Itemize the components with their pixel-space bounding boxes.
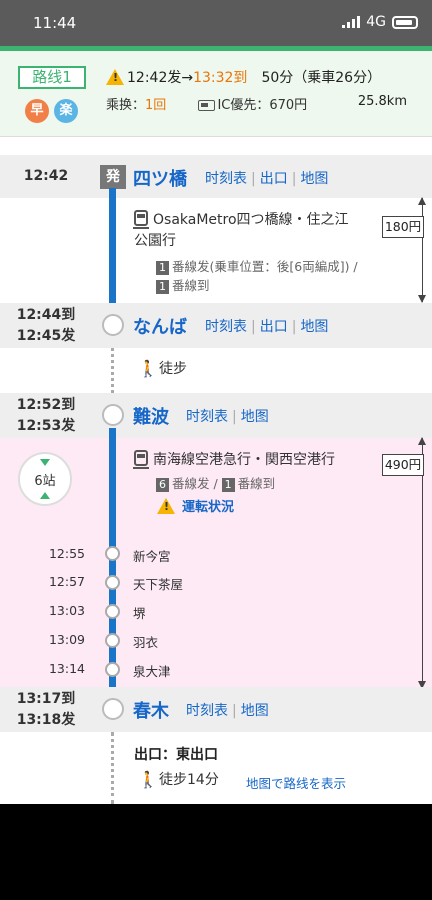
station-row: 13:17到 13:18发 春木 时刻表 | 地图 xyxy=(0,687,432,732)
warning-icon xyxy=(157,497,175,514)
warning-icon xyxy=(106,69,124,85)
ic-fare: IC優先：670円 xyxy=(217,98,308,113)
stops-count: 6站 xyxy=(34,474,56,489)
signal-icon xyxy=(342,16,361,28)
train-segment: 6站 南海線空港急行・関西空港行 6番線发 / 1番線到 運転状況 490円 1… xyxy=(0,428,432,689)
station-time: 12:44到 12:45发 xyxy=(16,307,76,344)
stop-name: 堺 xyxy=(133,606,146,621)
map-link[interactable]: 地图 xyxy=(300,171,328,187)
transfers-label: 乘换： xyxy=(106,98,146,113)
route-summary: 路线1 早 楽 12:42发→ 13:32到 50分（乗車26分） 乘换：1回 … xyxy=(0,51,432,137)
stop-dot xyxy=(105,604,120,619)
station-row: 12:44到 12:45发 なんば 时刻表 | 出口 | 地图 xyxy=(0,303,432,348)
stop-time: 12:55 xyxy=(48,546,85,561)
stop-name: 泉大津 xyxy=(133,664,171,679)
train-icon xyxy=(133,450,149,469)
walk-line xyxy=(111,732,114,804)
walk-label: 徒步 xyxy=(159,361,187,377)
station-node xyxy=(102,404,124,426)
status-icons: 4G xyxy=(342,14,418,30)
expand-arrow-icon xyxy=(40,492,50,499)
station-links: 时刻表 | 地图 xyxy=(186,409,269,425)
walk-icon: 🚶 xyxy=(138,359,158,378)
show-route-map-link[interactable]: 地图で路线を表示 xyxy=(246,773,346,792)
stop-dot xyxy=(105,662,120,677)
route-label: 路线1 xyxy=(18,66,86,89)
stops-count-toggle[interactable]: 6站 xyxy=(18,452,72,506)
station-name[interactable]: 四ツ橋 xyxy=(133,165,187,191)
stop-dot xyxy=(105,575,120,590)
segment-line-name[interactable]: 南海線空港急行・関西空港行 xyxy=(133,450,374,471)
route-line xyxy=(109,188,116,303)
station-time: 13:17到 13:18发 xyxy=(16,691,76,728)
stop-name: 天下茶屋 xyxy=(133,577,184,592)
train-icon xyxy=(133,210,149,229)
walk-line xyxy=(111,348,114,393)
platform-info: 1 番線发(乗車位置：後[6両編成]) / 1 番線到 xyxy=(156,257,376,295)
timetable-link[interactable]: 时刻表 xyxy=(205,171,247,187)
stop-dot xyxy=(105,633,120,648)
exit-walk-segment: 出口：東出口 🚶 徒步14分 地图で路线を表示 xyxy=(0,732,432,804)
station-links: 时刻表 | 地图 xyxy=(186,703,269,719)
station-node xyxy=(102,314,124,336)
stop-time: 13:14 xyxy=(48,661,85,676)
easy-badge: 楽 xyxy=(54,99,78,123)
stop-time: 13:03 xyxy=(48,603,85,618)
status-bar: 11:44 4G xyxy=(0,0,432,46)
platform-info: 6 番線发 / 1 番線到 xyxy=(156,474,376,493)
station-row: 12:52到 12:53发 難波 时刻表 | 地图 xyxy=(0,393,432,438)
timetable-link[interactable]: 时刻表 xyxy=(205,319,247,335)
summary-times: 12:42发→ 13:32到 50分（乗車26分） xyxy=(106,67,381,87)
duration: 50分（乗車26分） xyxy=(261,70,382,86)
distance: 25.8km xyxy=(357,94,407,109)
battery-icon xyxy=(392,15,418,29)
fare-label: 180円 xyxy=(382,216,424,238)
station-links: 时刻表 | 出口 | 地图 xyxy=(205,171,329,187)
station-time: 12:52到 12:53发 xyxy=(16,397,76,434)
map-link[interactable]: 地图 xyxy=(241,409,269,425)
arrive-time: 13:32到 xyxy=(193,70,248,86)
walk-icon: 🚶 xyxy=(138,770,158,789)
walk-duration: 徒步14分 xyxy=(159,772,219,788)
station-name[interactable]: なんば xyxy=(133,313,187,339)
ic-card-icon xyxy=(198,100,216,111)
operation-status-link[interactable]: 運転状況 xyxy=(157,496,234,515)
stop-time: 13:09 xyxy=(48,632,85,647)
fast-badge: 早 xyxy=(25,99,49,123)
station-links: 时刻表 | 出口 | 地图 xyxy=(205,319,329,335)
exit-link[interactable]: 出口 xyxy=(260,319,288,335)
depart-mark: 発 xyxy=(100,165,126,189)
transfers-count: 1回 xyxy=(145,98,167,113)
stop-name: 羽衣 xyxy=(133,635,159,650)
station-name[interactable]: 難波 xyxy=(133,403,169,429)
summary-details: 乘换：1回 IC優先：670円 xyxy=(106,94,307,113)
station-name[interactable]: 春木 xyxy=(133,697,169,723)
network-label: 4G xyxy=(366,14,386,30)
stop-time: 12:57 xyxy=(48,574,85,589)
fare-range-arrow xyxy=(418,197,426,303)
route-detail-screen: 路线1 早 楽 12:42发→ 13:32到 50分（乗車26分） 乘换：1回 … xyxy=(0,51,432,804)
exit-link[interactable]: 出口 xyxy=(260,171,288,187)
exit-name: 出口：東出口 xyxy=(134,747,218,763)
station-row: 12:42 発 四ツ橋 时刻表 | 出口 | 地图 xyxy=(0,155,432,198)
stop-name: 新今宮 xyxy=(133,549,171,564)
fare-label: 490円 xyxy=(382,454,424,476)
walk-segment: 🚶 徒步 xyxy=(0,348,432,393)
station-node xyxy=(102,698,124,720)
status-time: 11:44 xyxy=(33,14,77,32)
map-link[interactable]: 地图 xyxy=(300,319,328,335)
segment-line-name[interactable]: OsakaMetro四つ橋線・住之江 公園行 xyxy=(133,210,374,252)
map-link[interactable]: 地图 xyxy=(241,703,269,719)
timetable-link[interactable]: 时刻表 xyxy=(186,409,228,425)
stop-dot xyxy=(105,546,120,561)
train-segment: OsakaMetro四つ橋線・住之江 公園行 1 番線发(乗車位置：後[6両編成])… xyxy=(0,188,432,303)
collapse-arrow-icon xyxy=(40,459,50,466)
station-time: 12:42 xyxy=(23,168,69,184)
timetable-link[interactable]: 时刻表 xyxy=(186,703,228,719)
depart-time: 12:42发→ xyxy=(127,70,194,86)
